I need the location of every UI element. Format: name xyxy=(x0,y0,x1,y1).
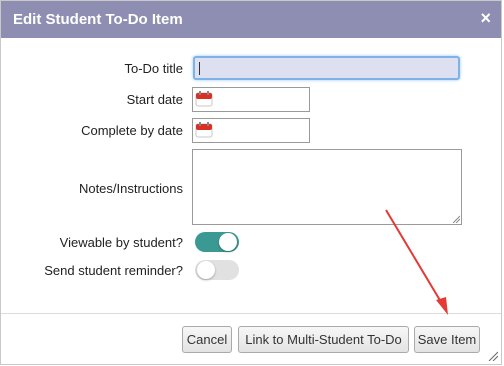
notes-textarea[interactable] xyxy=(192,149,462,225)
calendar-icon[interactable] xyxy=(195,122,213,138)
complete-by-label: Complete by date xyxy=(81,123,183,138)
reminder-label: Send student reminder? xyxy=(44,263,183,278)
toggle-knob xyxy=(197,261,215,279)
calendar-icon[interactable] xyxy=(195,91,213,107)
reminder-toggle[interactable] xyxy=(195,260,239,280)
notes-label: Notes/Instructions xyxy=(78,181,183,196)
dialog-title: Edit Student To-Do Item xyxy=(13,11,183,28)
text-caret xyxy=(199,62,200,75)
resize-grip-icon[interactable] xyxy=(452,215,460,223)
viewable-label: Viewable by student? xyxy=(59,235,183,250)
cancel-button[interactable]: Cancel xyxy=(182,326,232,353)
dialog-resize-grip-icon[interactable] xyxy=(488,351,498,361)
start-date-input[interactable] xyxy=(192,87,310,112)
link-multi-student-button[interactable]: Link to Multi-Student To-Do xyxy=(238,326,409,353)
start-date-label: Start date xyxy=(126,92,183,107)
complete-by-input[interactable] xyxy=(192,118,310,143)
todo-title-input[interactable] xyxy=(193,56,460,80)
close-icon[interactable]: × xyxy=(480,8,491,28)
todo-title-label: To-Do title xyxy=(124,61,183,76)
viewable-toggle[interactable] xyxy=(195,232,239,252)
dialog-titlebar: Edit Student To-Do Item × xyxy=(1,1,501,38)
footer-divider xyxy=(1,313,501,314)
edit-todo-dialog: Edit Student To-Do Item × To-Do title St… xyxy=(0,0,502,365)
save-item-button[interactable]: Save Item xyxy=(414,326,480,353)
toggle-knob xyxy=(219,233,237,251)
